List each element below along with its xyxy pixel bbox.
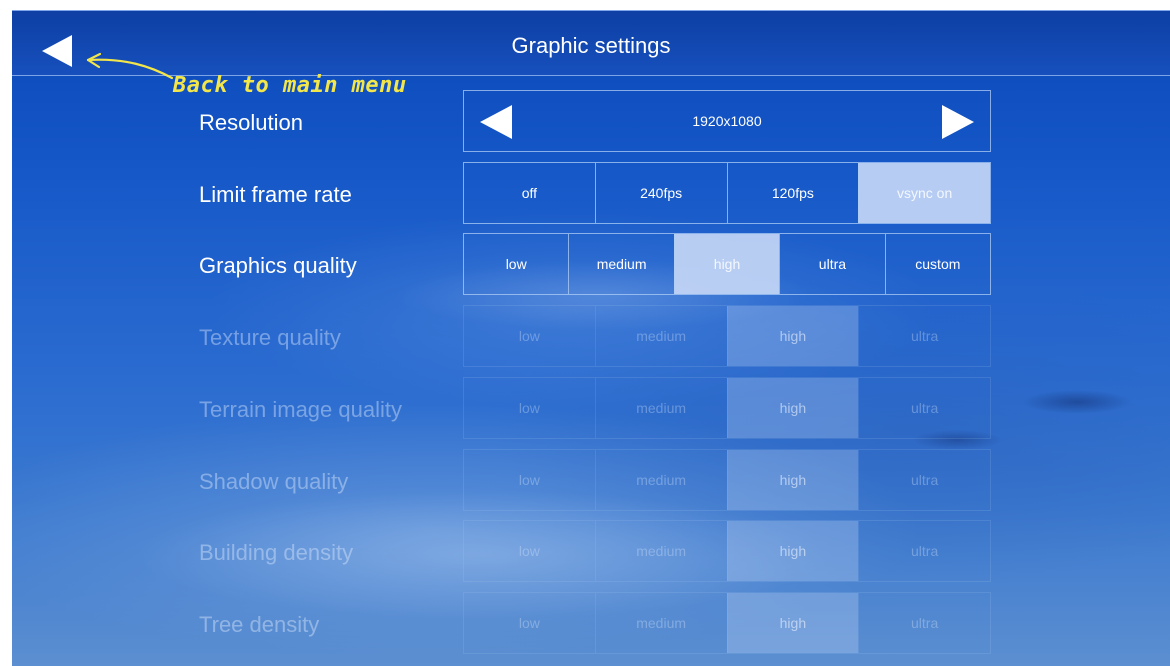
- building-density-option-high: high: [726, 521, 859, 581]
- frame-rate-option-120fps[interactable]: 120fps: [726, 163, 859, 223]
- shadow-quality-option-medium: medium: [594, 450, 727, 510]
- frame-rate-option-vsync[interactable]: vsync on: [858, 163, 990, 223]
- triangle-right-icon: [942, 105, 974, 139]
- shadow-quality-selector: low medium high ultra: [463, 449, 991, 511]
- graphics-quality-selector: low medium high ultra custom: [463, 233, 991, 295]
- resolution-value: 1920x1080: [692, 113, 762, 129]
- terrain-quality-option-medium: medium: [594, 378, 727, 438]
- tree-density-label: Tree density: [199, 612, 320, 637]
- terrain-quality-option-low: low: [518, 400, 540, 416]
- texture-quality-option-medium: medium: [594, 306, 727, 366]
- annotation-text: Back to main menu: [173, 73, 407, 98]
- texture-quality-option-ultra: ultra: [858, 306, 990, 366]
- back-arrow-icon: [42, 35, 72, 67]
- back-button[interactable]: [36, 31, 76, 71]
- building-density-selector: low medium high ultra: [463, 520, 991, 582]
- tree-density-selector: low medium high ultra: [463, 592, 991, 654]
- tree-density-option-medium: medium: [594, 593, 727, 653]
- texture-quality-selector: low medium high ultra: [463, 305, 991, 367]
- building-density-option-medium: medium: [594, 521, 727, 581]
- building-density-label: Building density: [199, 540, 354, 565]
- texture-quality-option-low: low: [518, 328, 540, 344]
- shadow-quality-option-low: low: [518, 472, 540, 488]
- graphics-quality-option-custom[interactable]: custom: [884, 234, 990, 294]
- shadow-quality-option-ultra: ultra: [858, 450, 990, 510]
- settings-screen: Graphic settings Back to main menu Resol…: [12, 10, 1170, 666]
- annotation-arrow-icon: [86, 52, 174, 80]
- texture-quality-option-high: high: [726, 306, 859, 366]
- resolution-selector: 1920x1080: [463, 90, 991, 152]
- texture-quality-label: Texture quality: [199, 325, 341, 350]
- terrain-quality-option-high: high: [726, 378, 859, 438]
- terrain-quality-label: Terrain image quality: [199, 397, 402, 422]
- tree-density-option-high: high: [726, 593, 859, 653]
- frame-rate-option-240fps[interactable]: 240fps: [594, 163, 727, 223]
- resolution-next-button[interactable]: [940, 103, 976, 146]
- building-density-option-low: low: [518, 543, 540, 559]
- page-title: Graphic settings: [511, 33, 671, 58]
- graphics-quality-option-high[interactable]: high: [673, 234, 780, 294]
- graphics-quality-option-medium[interactable]: medium: [568, 234, 673, 294]
- graphics-quality-option-ultra[interactable]: ultra: [779, 234, 884, 294]
- resolution-label: Resolution: [199, 110, 303, 135]
- terrain-quality-option-ultra: ultra: [858, 378, 990, 438]
- tree-density-option-ultra: ultra: [858, 593, 990, 653]
- cloud-decoration: [1022, 390, 1132, 414]
- terrain-quality-selector: low medium high ultra: [463, 377, 991, 439]
- frame-rate-option-off[interactable]: off: [464, 163, 595, 223]
- title-bar: Graphic settings: [12, 10, 1170, 76]
- tree-density-option-low: low: [518, 615, 540, 631]
- frame-rate-label: Limit frame rate: [199, 182, 352, 207]
- shadow-quality-option-high: high: [726, 450, 859, 510]
- graphics-quality-label: Graphics quality: [199, 253, 357, 278]
- shadow-quality-label: Shadow quality: [199, 469, 349, 494]
- building-density-option-ultra: ultra: [858, 521, 990, 581]
- frame-rate-selector: off 240fps 120fps vsync on: [463, 162, 991, 224]
- graphics-quality-option-low[interactable]: low: [464, 234, 568, 294]
